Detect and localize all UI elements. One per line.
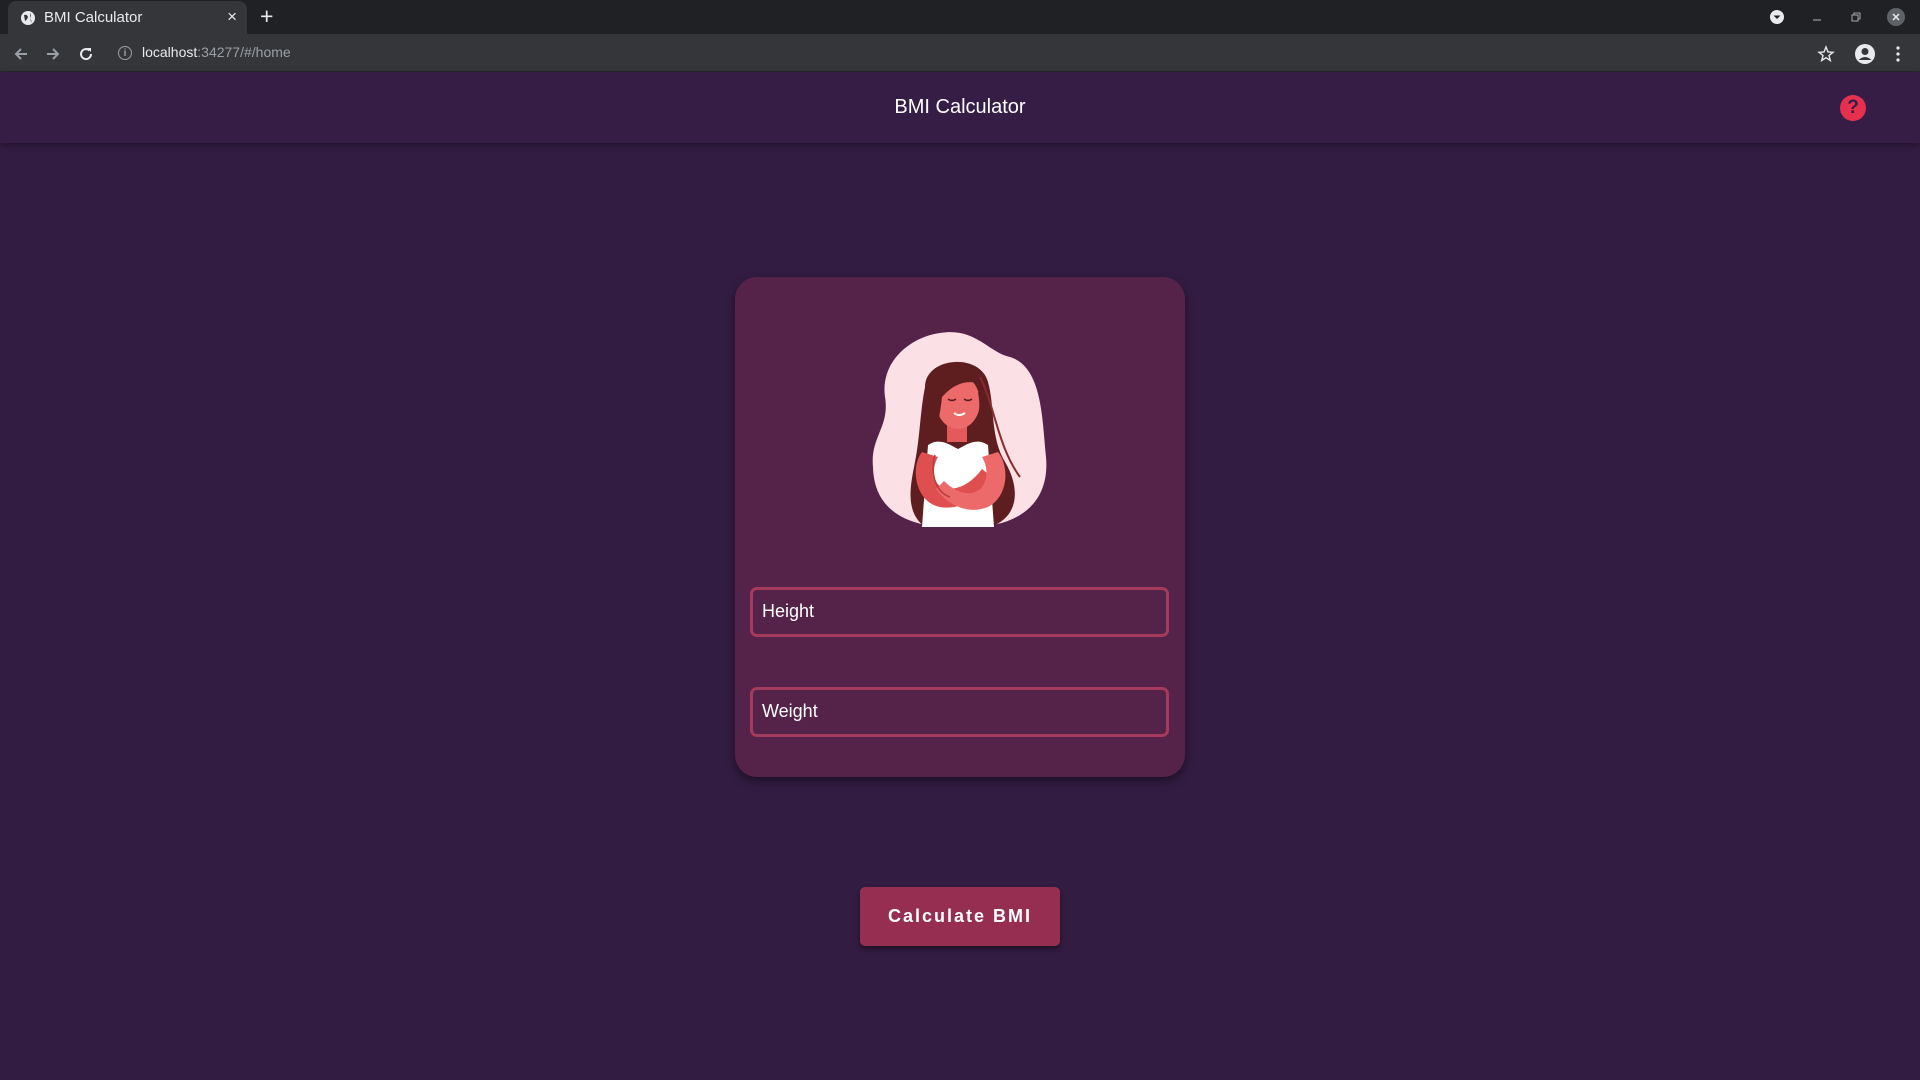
calculate-bmi-button[interactable]: Calculate BMI [860,887,1060,946]
restore-icon[interactable] [1846,7,1866,27]
forward-icon[interactable] [42,43,64,65]
url-host: localhost [142,44,198,60]
browser-tab-bar: BMI Calculator × + [0,0,1920,34]
close-window-icon[interactable] [1886,7,1906,27]
profile-avatar-icon[interactable] [1854,43,1876,65]
new-tab-button[interactable]: + [260,4,273,28]
minimize-icon[interactable] [1807,7,1827,27]
weight-label: Weight [762,701,818,721]
app-bar: BMI Calculator [0,72,1920,143]
tab-title: BMI Calculator [44,9,143,26]
address-bar[interactable]: localhost:34277/#/home [142,44,291,60]
reload-icon[interactable] [75,43,97,65]
globe-icon [21,11,35,25]
browser-toolbar: i localhost:34277/#/home [0,34,1920,72]
close-tab-icon[interactable]: × [227,7,237,27]
back-icon[interactable] [10,43,32,65]
url-path: :34277/#/home [197,44,291,60]
height-field[interactable]: Height [750,587,1169,637]
tab-search-icon[interactable] [1767,7,1787,27]
weight-field[interactable]: Weight [750,687,1169,737]
woman-hugging-illustration [872,332,1047,527]
height-label: Height [762,601,815,621]
bookmark-star-icon[interactable] [1815,43,1837,65]
browser-tab[interactable]: BMI Calculator × [8,1,247,34]
help-icon[interactable]: ? [1840,95,1866,121]
page-title: BMI Calculator [894,96,1026,118]
browser-menu-icon[interactable] [1887,43,1909,65]
input-card: Height Weight [735,277,1185,777]
site-info-icon[interactable]: i [118,46,132,60]
